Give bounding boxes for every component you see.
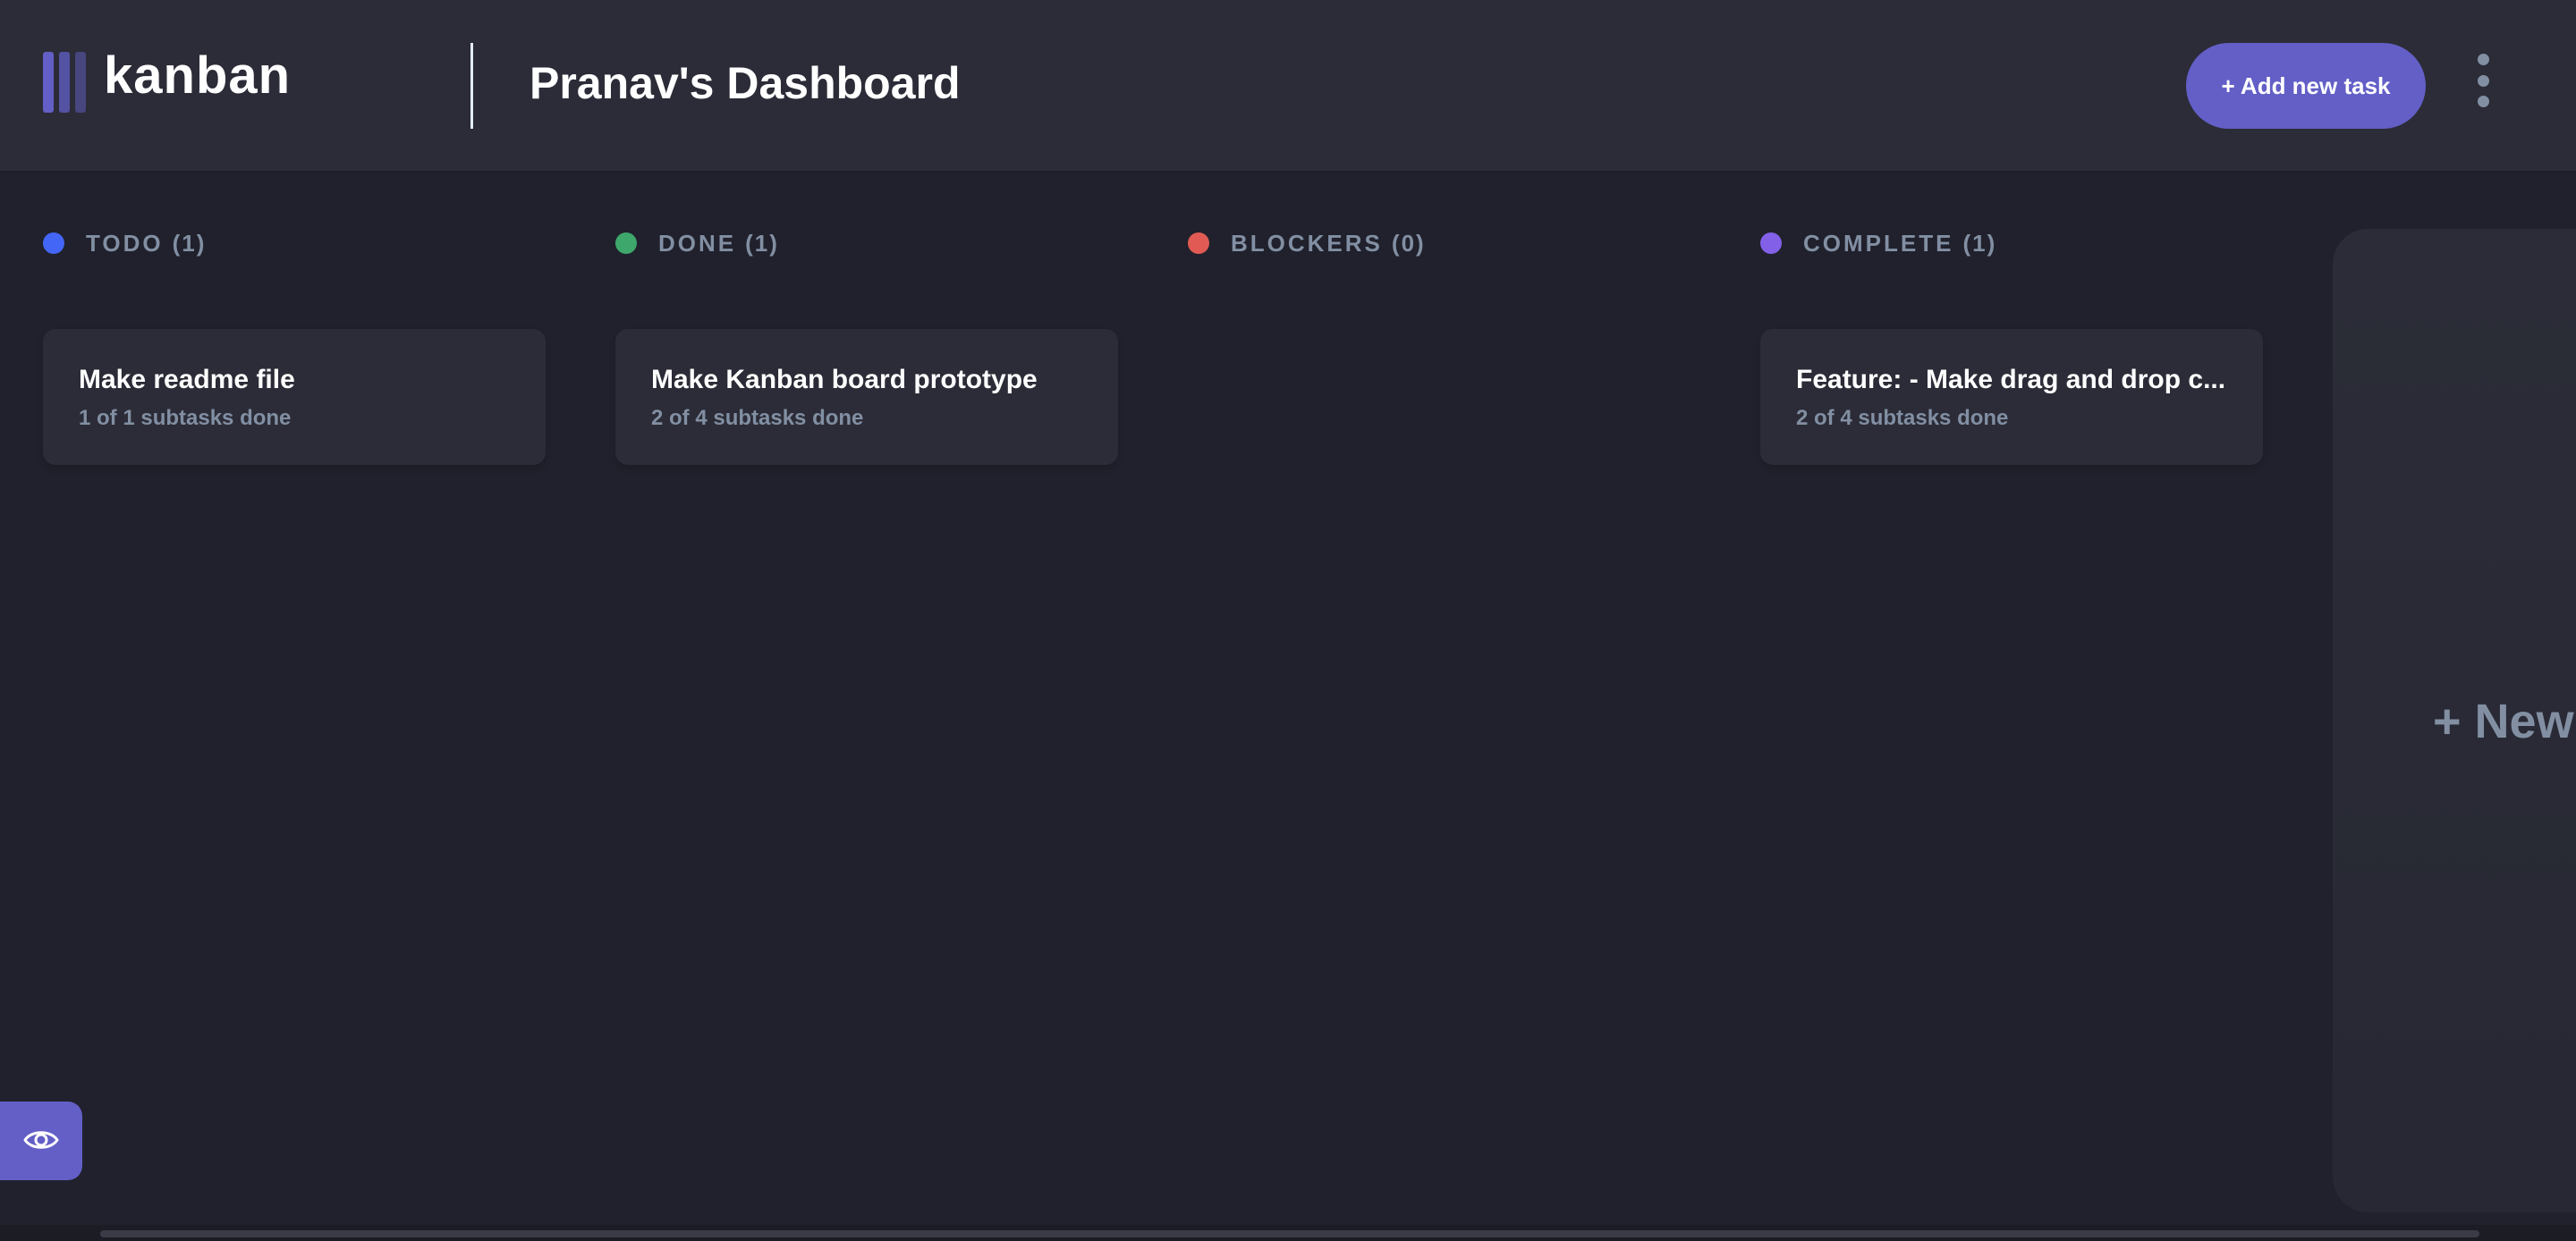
column-dot-icon <box>1760 232 1782 254</box>
column-complete: COMPLETE (1) Feature: - Make drag and dr… <box>1760 229 2263 465</box>
column-todo: TODO (1) Make readme file 1 of 1 subtask… <box>43 229 546 465</box>
logo-text: kanban <box>104 46 292 105</box>
column-count: (1) <box>172 229 207 257</box>
task-title: Feature: - Make drag and drop c... <box>1796 365 2226 394</box>
task-card[interactable]: Make Kanban board prototype 2 of 4 subta… <box>615 329 1118 465</box>
column-name: TODO <box>86 229 164 257</box>
column-count: (0) <box>1391 229 1426 257</box>
new-column-label: + New Column <box>2433 695 2576 748</box>
column-dot-icon <box>43 232 64 254</box>
column-count: (1) <box>745 229 779 257</box>
board-title: Pranav's Dashboard <box>530 58 961 108</box>
column-header: DONE (1) <box>615 229 1118 257</box>
task-subtasks: 2 of 4 subtasks done <box>1796 406 2009 430</box>
kanban-app: kanban Pranav's Dashboard + Add new task… <box>0 0 2576 1241</box>
column-name: COMPLETE <box>1803 229 1954 257</box>
top-header: kanban Pranav's Dashboard + Add new task <box>0 0 2576 172</box>
column-count: (1) <box>1962 229 1997 257</box>
column-header: COMPLETE (1) <box>1760 229 2263 257</box>
logo: kanban <box>43 46 291 113</box>
column-dot-icon <box>1188 232 1209 254</box>
task-title: Make Kanban board prototype <box>651 365 1038 394</box>
show-sidebar-button[interactable] <box>0 1102 82 1180</box>
scrollbar-thumb[interactable] <box>100 1230 2479 1237</box>
task-card[interactable]: Make readme file 1 of 1 subtasks done <box>43 329 546 465</box>
column-blockers: BLOCKERS (0) <box>1188 229 1690 257</box>
column-dot-icon <box>615 232 637 254</box>
eye-icon <box>23 1127 59 1155</box>
column-name: BLOCKERS <box>1231 229 1383 257</box>
task-card[interactable]: Feature: - Make drag and drop c... 2 of … <box>1760 329 2263 465</box>
column-name: DONE <box>658 229 737 257</box>
column-header: BLOCKERS (0) <box>1188 229 1690 257</box>
header-divider <box>470 43 473 129</box>
add-new-task-button[interactable]: + Add new task <box>2186 43 2426 129</box>
kanban-logo-icon <box>43 52 86 113</box>
column-done: DONE (1) Make Kanban board prototype 2 o… <box>615 229 1118 465</box>
vertical-ellipsis-icon[interactable] <box>2465 46 2501 114</box>
task-title: Make readme file <box>79 365 295 394</box>
column-header: TODO (1) <box>43 229 546 257</box>
task-subtasks: 1 of 1 subtasks done <box>79 406 292 430</box>
new-column-button[interactable]: + New Column <box>2333 229 2576 1212</box>
task-subtasks: 2 of 4 subtasks done <box>651 406 864 430</box>
